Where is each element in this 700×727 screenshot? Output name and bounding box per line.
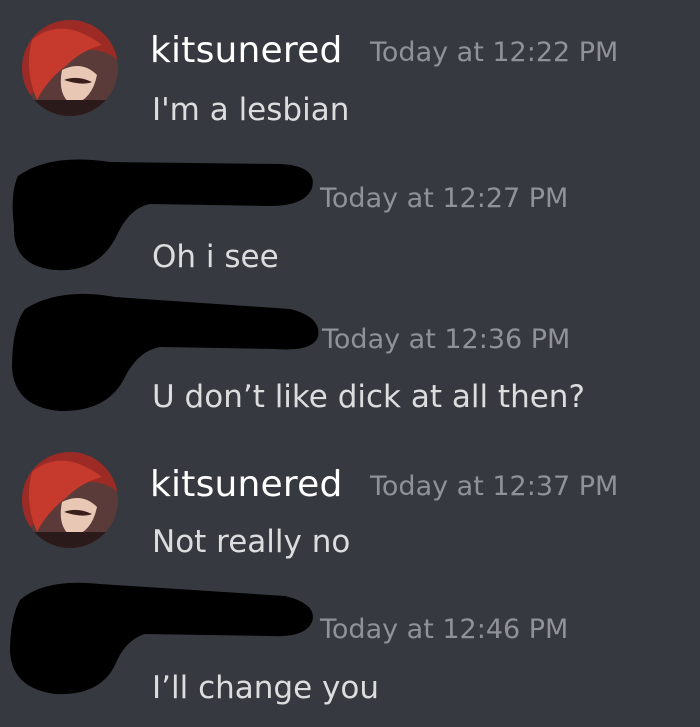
timestamp: Today at 12:22 PM xyxy=(370,37,619,68)
message: kitsunered Today at 12:37 PM Not really … xyxy=(0,432,700,572)
message: Today at 12:46 PM I’ll change you xyxy=(0,570,700,710)
timestamp: Today at 12:46 PM xyxy=(320,614,569,645)
message-text: Not really no xyxy=(152,524,351,560)
username[interactable]: kitsunered xyxy=(150,30,343,71)
anime-avatar-icon[interactable] xyxy=(22,452,118,548)
username[interactable]: kitsunered xyxy=(150,464,343,505)
timestamp: Today at 12:36 PM xyxy=(322,324,571,355)
message-text: I'm a lesbian xyxy=(152,92,350,128)
message: kitsunered Today at 12:22 PM I'm a lesbi… xyxy=(0,0,700,140)
message-text: I’ll change you xyxy=(152,670,379,706)
timestamp: Today at 12:27 PM xyxy=(320,183,569,214)
message-text: U don’t like dick at all then? xyxy=(152,379,585,415)
anime-avatar-icon[interactable] xyxy=(22,20,118,116)
message-text: Oh i see xyxy=(152,239,279,275)
timestamp: Today at 12:37 PM xyxy=(370,471,619,502)
message: Today at 12:36 PM U don’t like dick at a… xyxy=(0,287,700,427)
message: Today at 12:27 PM Oh i see xyxy=(0,148,700,288)
chat-log: kitsunered Today at 12:22 PM I'm a lesbi… xyxy=(0,0,700,727)
